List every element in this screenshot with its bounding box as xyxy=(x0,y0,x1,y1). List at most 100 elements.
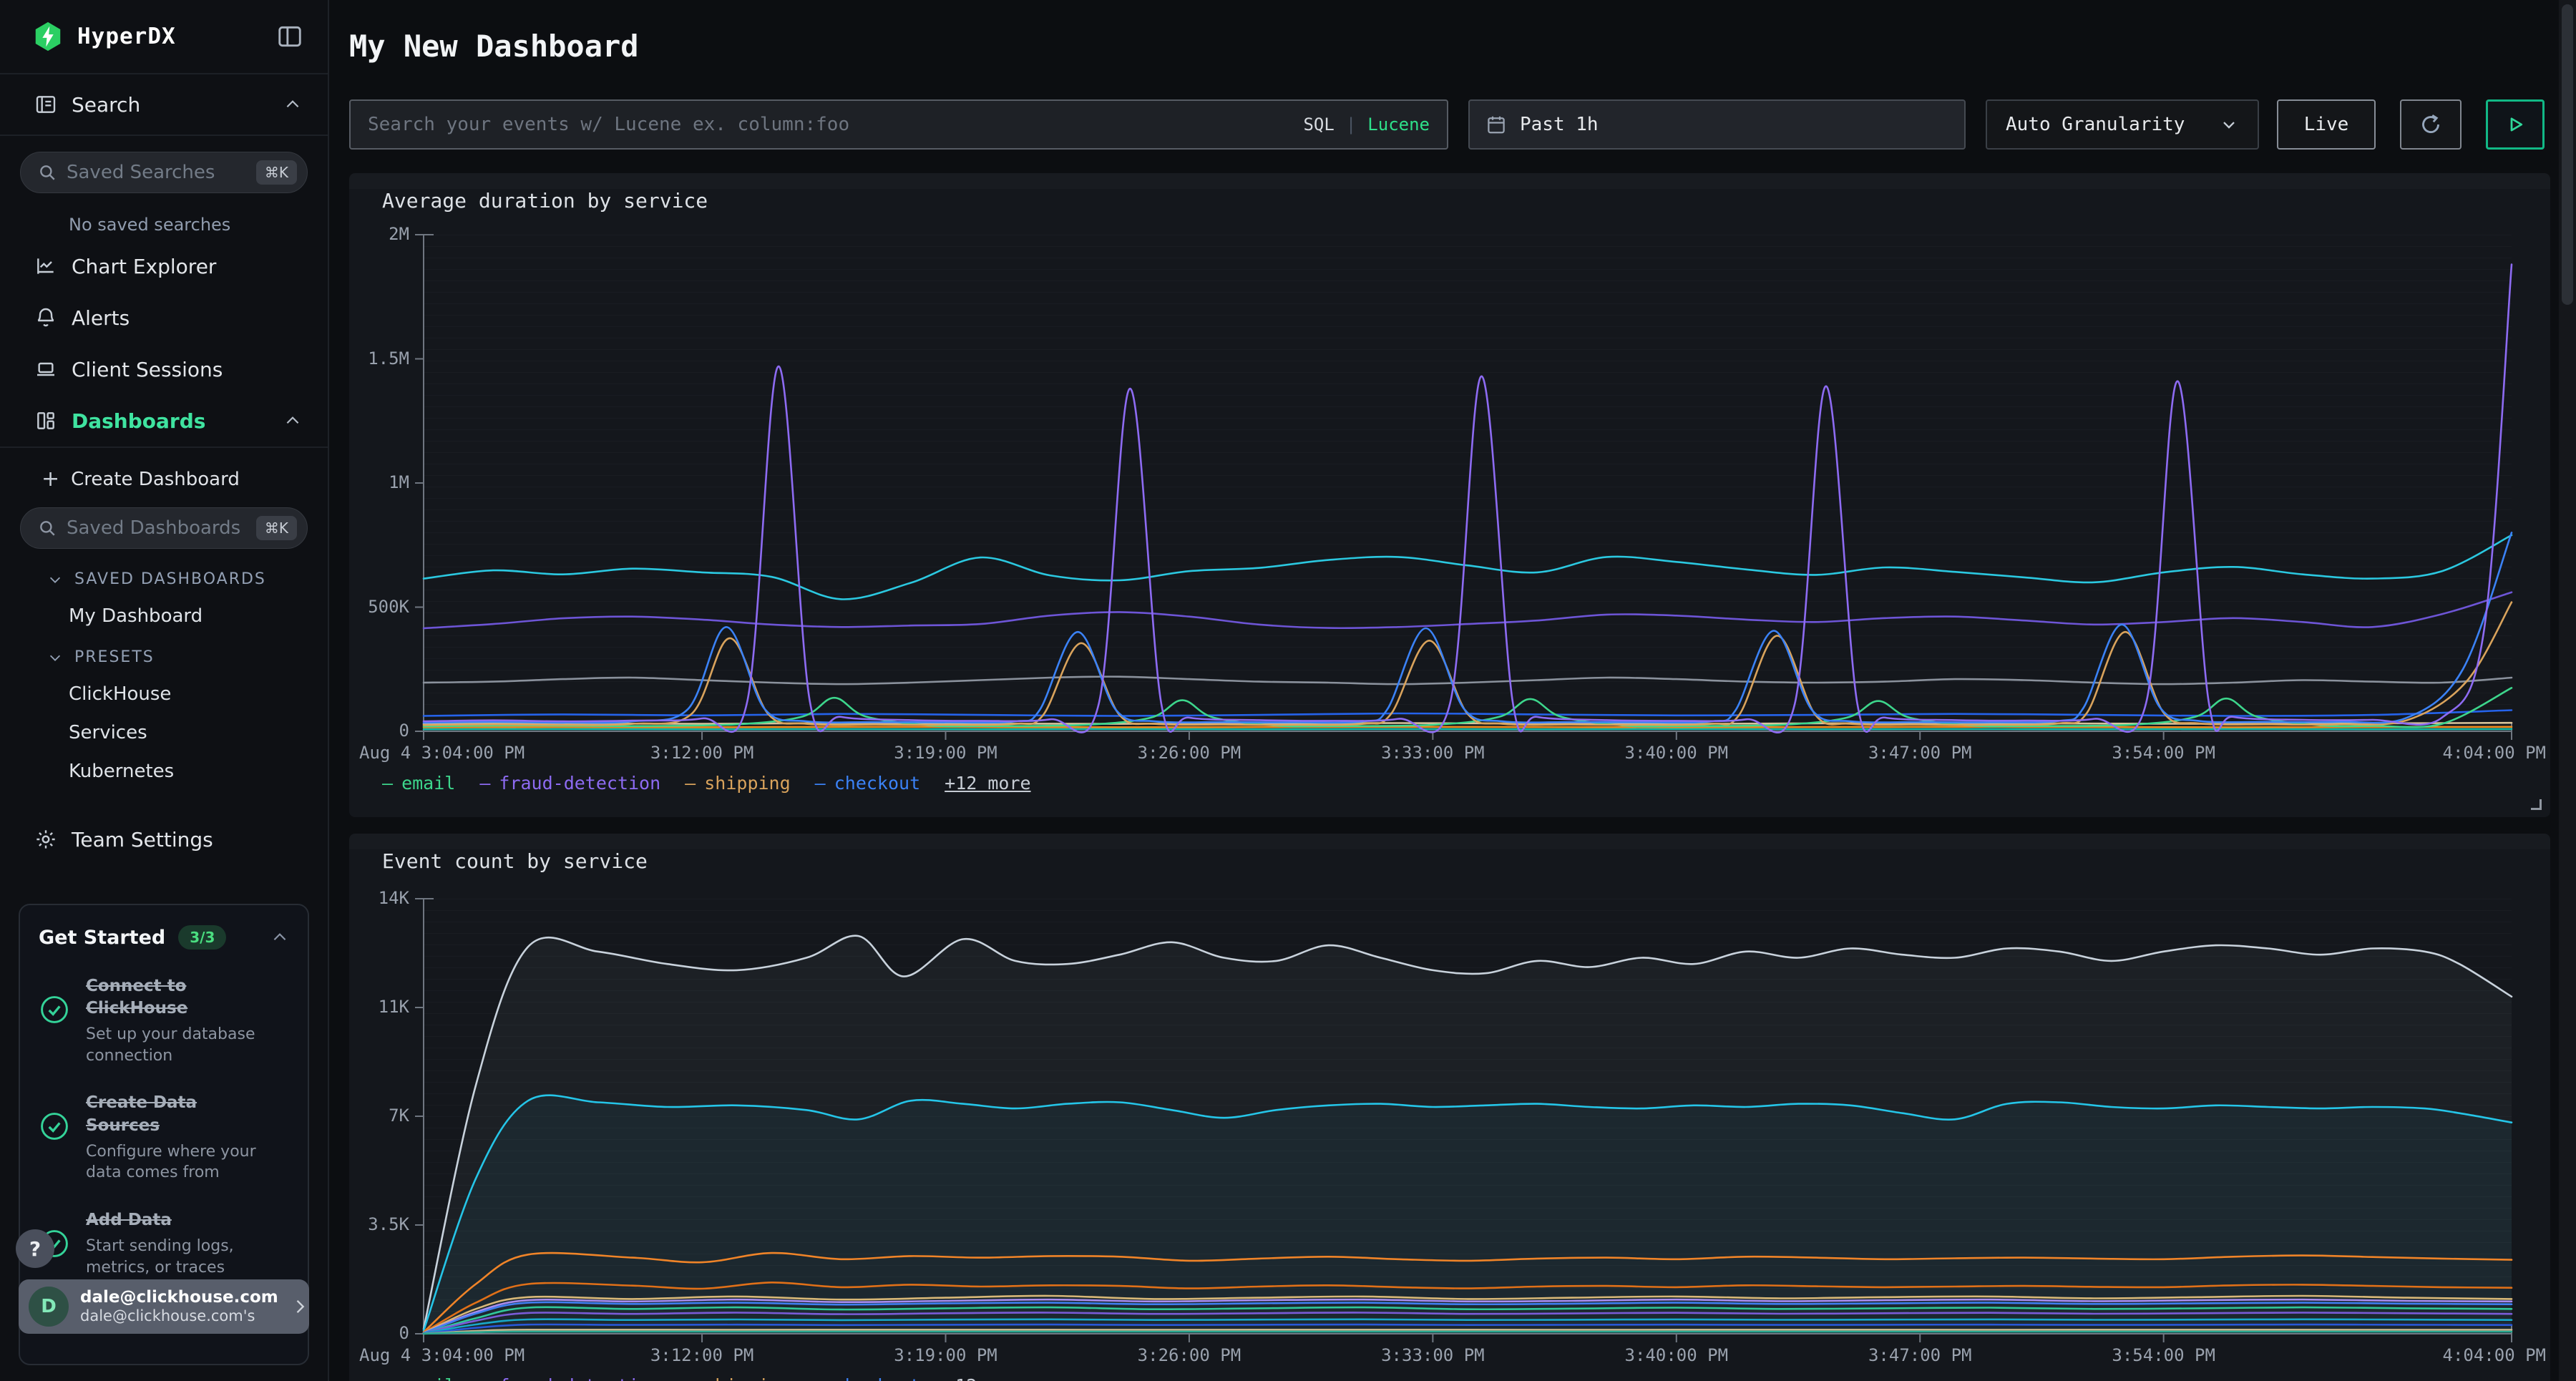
legend-item-checkout[interactable]: —checkout xyxy=(815,773,920,794)
chart-explorer-icon xyxy=(34,255,57,278)
group-header-label: SAVED DASHBOARDS xyxy=(74,570,266,588)
time-range-value: Past 1h xyxy=(1520,114,1599,135)
search-icon xyxy=(38,163,57,182)
chart-canvas[interactable] xyxy=(409,225,2540,754)
legend-swatch: — xyxy=(685,1375,696,1381)
sidebar-item-chart-explorer[interactable]: Chart Explorer xyxy=(0,240,328,292)
legend-swatch: — xyxy=(479,1375,490,1381)
user-menu[interactable]: D dale@clickhouse.com dale@clickhouse.co… xyxy=(19,1279,309,1334)
sidebar-item-label: Search xyxy=(72,93,140,117)
sidebar-collapse-icon[interactable] xyxy=(276,23,303,50)
y-axis-tick-label: 0 xyxy=(316,1323,409,1343)
series-line-fraud-detection xyxy=(424,265,2512,733)
create-dashboard-button[interactable]: + Create Dashboard xyxy=(0,448,328,492)
y-axis-tick-label: 0 xyxy=(316,721,409,741)
chart-canvas[interactable] xyxy=(409,889,2540,1357)
chevron-down-icon xyxy=(47,650,63,665)
y-axis-tick-label: 2M xyxy=(316,224,409,244)
legend-more-link[interactable]: +12 more xyxy=(945,1375,1030,1381)
refresh-button[interactable] xyxy=(2400,99,2462,150)
legend-swatch: — xyxy=(382,773,393,794)
y-axis-tick-label: 1.5M xyxy=(316,348,409,369)
sql-mode-toggle[interactable]: SQL xyxy=(1303,114,1334,135)
event-search-input[interactable]: Search your events w/ Lucene ex. column:… xyxy=(349,99,1448,150)
legend-item-fraud-detection[interactable]: — fraud-detection xyxy=(479,773,660,794)
chevron-up-icon[interactable] xyxy=(270,928,289,947)
legend-item-email[interactable]: —email xyxy=(382,773,455,794)
sidebar-item-search[interactable]: Search xyxy=(0,74,328,135)
saved-dashboards-input[interactable]: Saved Dashboards ⌘K xyxy=(20,507,308,549)
get-started-item[interactable]: Add DataStart sending logs, metrics, or … xyxy=(39,1209,289,1278)
saved-dashboards-placeholder: Saved Dashboards xyxy=(67,517,240,539)
sidebar-item-preset-clickhouse[interactable]: ClickHouse xyxy=(0,666,328,705)
live-button[interactable]: Live xyxy=(2277,99,2376,150)
sidebar-item-my-dashboard[interactable]: My Dashboard xyxy=(0,588,328,627)
legend-item-email[interactable]: —email xyxy=(382,1375,455,1381)
get-started-item[interactable]: Create Data SourcesConfigure where your … xyxy=(39,1092,289,1183)
legend-item-shipping[interactable]: —shipping xyxy=(685,1375,790,1381)
x-axis-tick-label: 4:04:00 PM xyxy=(2245,743,2546,763)
help-button[interactable]: ? xyxy=(16,1229,54,1268)
chevron-down-icon xyxy=(47,572,63,587)
get-started-item-title: Connect to ClickHouse xyxy=(86,975,259,1020)
dashboards-grid-icon xyxy=(34,409,57,432)
time-range-picker[interactable]: Past 1h xyxy=(1468,99,1966,150)
logo-row: HyperDX xyxy=(0,0,328,73)
sidebar-item-preset-services[interactable]: Services xyxy=(0,705,328,743)
create-dashboard-label: Create Dashboard xyxy=(71,469,240,490)
live-label: Live xyxy=(2304,114,2349,135)
chart-panel-event-count: Event count by service 03.5K7K11K14KAug … xyxy=(349,834,2550,1381)
scrollbar-thumb[interactable] xyxy=(2562,4,2573,305)
series-line xyxy=(424,677,2512,684)
legend-label: checkout xyxy=(834,1375,920,1381)
panel-resize-handle[interactable] xyxy=(2531,799,2542,810)
no-saved-searches-text: No saved searches xyxy=(0,193,328,240)
page-title: My New Dashboard xyxy=(349,29,639,64)
granularity-select[interactable]: Auto Granularity xyxy=(1986,99,2259,150)
lucene-mode-toggle[interactable]: Lucene xyxy=(1367,114,1430,135)
get-started-item-texts: Create Data SourcesConfigure where your … xyxy=(86,1092,259,1183)
run-query-button[interactable] xyxy=(2486,99,2545,150)
main-content: My New Dashboard Search your events w/ L… xyxy=(331,0,2559,1381)
get-started-items: Connect to ClickHouseSet up your databas… xyxy=(39,975,289,1278)
legend-more-link[interactable]: +12 more xyxy=(945,773,1030,794)
presets-list: ClickHouseServicesKubernetes xyxy=(0,666,328,782)
presets-group-header[interactable]: PRESETS xyxy=(0,627,328,666)
event-search-placeholder: Search your events w/ Lucene ex. column:… xyxy=(368,114,849,135)
avatar: D xyxy=(29,1287,69,1327)
sidebar-item-team-settings[interactable]: Team Settings xyxy=(0,814,328,865)
sidebar-item-label: Dashboards xyxy=(72,409,205,433)
legend-label: fraud-detection xyxy=(499,773,660,794)
sidebar-item-client-sessions[interactable]: Client Sessions xyxy=(0,343,328,395)
chevron-up-icon[interactable] xyxy=(283,95,302,114)
y-axis-tick-label: 11K xyxy=(316,997,409,1017)
chart-legend: —email—fraud-detection—shipping—checkout… xyxy=(382,773,1031,794)
group-header-label: PRESETS xyxy=(74,648,155,666)
refresh-icon xyxy=(2418,112,2444,137)
sidebar-item-label: Client Sessions xyxy=(72,358,223,381)
get-started-item[interactable]: Connect to ClickHouseSet up your databas… xyxy=(39,975,289,1066)
get-started-item-title: Create Data Sources xyxy=(86,1092,259,1136)
plus-icon: + xyxy=(42,467,59,492)
get-started-item-texts: Add DataStart sending logs, metrics, or … xyxy=(86,1209,259,1278)
legend-item-shipping[interactable]: —shipping xyxy=(685,773,790,794)
saved-searches-placeholder: Saved Searches xyxy=(67,162,215,183)
sidebar-item-dashboards[interactable]: Dashboards xyxy=(0,395,328,446)
legend-item-checkout[interactable]: —checkout xyxy=(815,1375,920,1381)
sidebar-item-preset-kubernetes[interactable]: Kubernetes xyxy=(0,743,328,782)
divider xyxy=(0,135,328,136)
chevron-up-icon[interactable] xyxy=(283,411,302,430)
get-started-item-subtitle: Set up your database connection xyxy=(86,1024,259,1066)
shortcut-badge: ⌘K xyxy=(256,160,297,185)
saved-dashboards-group-header[interactable]: SAVED DASHBOARDS xyxy=(0,549,328,588)
scrollbar[interactable] xyxy=(2559,0,2576,1381)
y-axis-tick-label: 7K xyxy=(316,1106,409,1126)
sidebar-item-alerts[interactable]: Alerts xyxy=(0,292,328,343)
legend-item-fraud-detection[interactable]: —fraud-detection xyxy=(479,1375,660,1381)
legend-swatch: — xyxy=(479,773,490,794)
granularity-value: Auto Granularity xyxy=(2006,114,2185,135)
gear-icon xyxy=(34,828,57,851)
saved-searches-input[interactable]: Saved Searches ⌘K xyxy=(20,152,308,193)
calendar-icon xyxy=(1485,114,1507,135)
sidebar-item-label: Chart Explorer xyxy=(72,255,216,278)
